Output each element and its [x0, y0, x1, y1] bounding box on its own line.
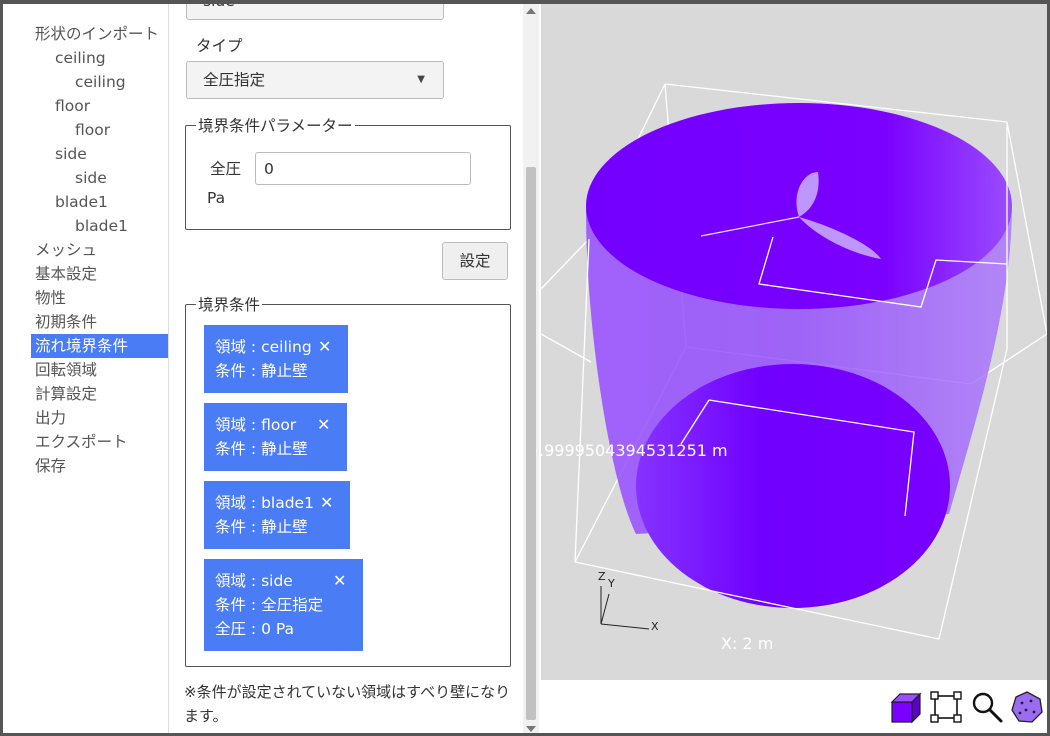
- close-icon[interactable]: ✕: [333, 571, 346, 590]
- panel-scrollbar[interactable]: [523, 4, 539, 733]
- scroll-up-icon[interactable]: [526, 8, 536, 14]
- pressure-label: 全圧: [210, 160, 242, 178]
- region-select-value: side: [203, 4, 235, 10]
- axis-y-label: Y: [608, 577, 615, 590]
- condition-type: 条件 : 静止壁: [215, 440, 308, 458]
- sidebar-item-basic-settings[interactable]: 基本設定: [3, 262, 168, 286]
- scroll-down-icon[interactable]: [526, 726, 536, 732]
- close-icon[interactable]: ✕: [318, 337, 331, 356]
- sidebar-item-blade1[interactable]: blade1: [3, 214, 168, 238]
- condition-type: 条件 : 全圧指定: [215, 596, 324, 614]
- sidebar: 形状のインポート ceiling ceiling floor floor sid…: [3, 4, 169, 733]
- sidebar-item-calc-settings[interactable]: 計算設定: [3, 382, 168, 406]
- axis-x-label: X: [651, 620, 659, 633]
- condition-card-blade1[interactable]: 領域 : blade1 条件 : 静止壁 ✕: [204, 481, 350, 549]
- mesh-sphere-icon[interactable]: [1010, 690, 1044, 724]
- sidebar-item-ceiling-group[interactable]: ceiling: [3, 46, 168, 70]
- sidebar-item-mesh[interactable]: メッシュ: [3, 238, 168, 262]
- condition-card-floor[interactable]: 領域 : floor 条件 : 静止壁 ✕: [204, 403, 347, 471]
- zoom-icon[interactable]: [970, 690, 1004, 724]
- axis-z-label: Z: [598, 570, 606, 583]
- note-text: ※条件が設定されていない領域はすべり壁になります。: [184, 683, 511, 725]
- viewport-toolbar: [541, 680, 1047, 733]
- cylinder-bottom: [636, 364, 950, 608]
- type-select-value: 全圧指定: [203, 71, 266, 89]
- axes-gizmo: [600, 586, 650, 630]
- caret-down-icon: ▼: [417, 74, 425, 85]
- sidebar-item-blade1-group[interactable]: blade1: [3, 190, 168, 214]
- sidebar-item-floor-group[interactable]: floor: [3, 94, 168, 118]
- close-icon[interactable]: ✕: [317, 415, 330, 434]
- fit-frame-icon[interactable]: [929, 690, 963, 724]
- condition-extra: 全圧 : 0 Pa: [215, 620, 295, 638]
- close-icon[interactable]: ✕: [320, 493, 333, 512]
- sidebar-item-export[interactable]: エクスポート: [3, 430, 168, 454]
- sidebar-item-initial-conditions[interactable]: 初期条件: [3, 310, 168, 334]
- region-select[interactable]: side: [186, 4, 444, 20]
- viewport-canvas: [541, 83, 1047, 640]
- dimension-label: .9999504394531251 m: [541, 441, 728, 460]
- x-dimension-label: X: 2 m: [721, 634, 774, 653]
- scroll-thumb[interactable]: [526, 167, 536, 720]
- set-button[interactable]: 設定: [442, 242, 508, 280]
- condition-type: 条件 : 静止壁: [215, 362, 308, 380]
- sidebar-item-floor[interactable]: floor: [3, 118, 168, 142]
- type-label: タイプ: [196, 37, 243, 55]
- condition-card-ceiling[interactable]: 領域 : ceiling 条件 : 静止壁 ✕: [204, 325, 348, 393]
- app-window: 形状のインポート ceiling ceiling floor floor sid…: [0, 0, 1050, 736]
- pressure-unit: Pa: [207, 189, 226, 207]
- sidebar-item-properties[interactable]: 物性: [3, 286, 168, 310]
- boundary-settings-panel: side タイプ 全圧指定 ▼ 境界条件パラメーター 全圧 Pa 設定 境界条件…: [170, 4, 521, 733]
- sidebar-item-rotating-region[interactable]: 回転領域: [3, 358, 168, 382]
- sidebar-item-shape-import[interactable]: 形状のインポート: [3, 22, 168, 46]
- sidebar-item-save[interactable]: 保存: [3, 454, 168, 478]
- sidebar-item-side[interactable]: side: [3, 166, 168, 190]
- conditions-legend: 境界条件: [198, 296, 261, 314]
- condition-card-side[interactable]: 領域 : side 条件 : 全圧指定 全圧 : 0 Pa ✕: [204, 559, 363, 651]
- 3d-viewport[interactable]: .9999504394531251 m X: 2 m Z Y X: [541, 4, 1047, 680]
- sidebar-item-ceiling[interactable]: ceiling: [3, 70, 168, 94]
- sidebar-item-side-group[interactable]: side: [3, 142, 168, 166]
- condition-type: 条件 : 静止壁: [215, 518, 308, 536]
- params-legend: 境界条件パラメーター: [198, 117, 353, 135]
- pressure-input[interactable]: [255, 152, 471, 185]
- type-select[interactable]: 全圧指定 ▼: [186, 61, 444, 99]
- sidebar-item-output[interactable]: 出力: [3, 406, 168, 430]
- sidebar-item-flow-boundary[interactable]: 流れ境界条件: [31, 334, 168, 358]
- cube-view-icon[interactable]: [888, 690, 922, 724]
